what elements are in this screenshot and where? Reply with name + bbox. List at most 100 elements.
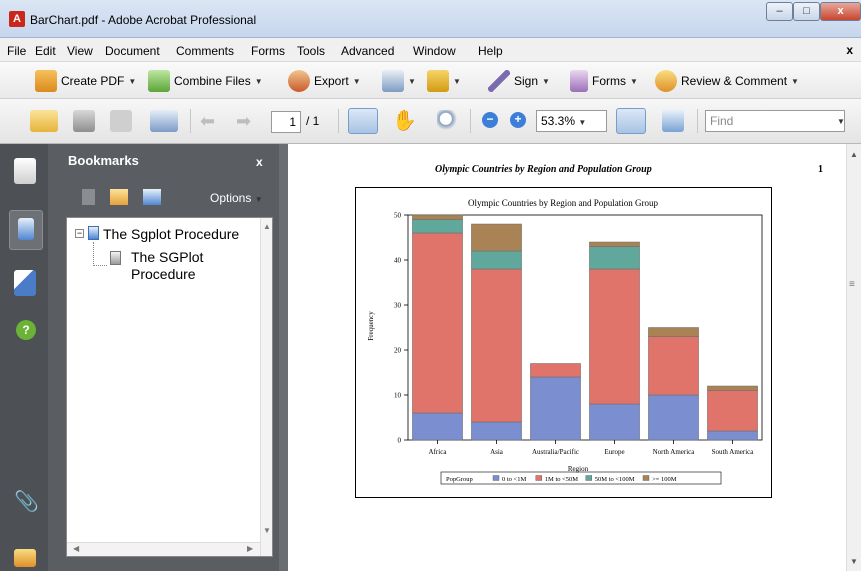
- y-tick-label: 20: [394, 347, 402, 355]
- x-tick-label: Australia/Pacific: [532, 448, 579, 456]
- chart-title: Olympic Countries by Region and Populati…: [468, 198, 658, 208]
- chevron-down-icon: ▼: [408, 76, 416, 86]
- next-page-icon[interactable]: ➡: [236, 111, 251, 132]
- menu-view[interactable]: View: [67, 44, 93, 58]
- save-icon[interactable]: [110, 110, 132, 132]
- chevron-down-icon[interactable]: ▼: [837, 117, 845, 126]
- menu-tools[interactable]: Tools: [297, 44, 325, 58]
- bar-segment: [530, 376, 581, 441]
- bar-segment: [412, 232, 463, 414]
- y-tick-label: 0: [398, 437, 402, 445]
- bookmark-item[interactable]: The Sgplot Procedure: [103, 226, 239, 242]
- bookmark-item-line2[interactable]: Procedure: [131, 266, 196, 282]
- find-input[interactable]: Find: [705, 110, 845, 132]
- x-tick-label: Africa: [429, 448, 448, 456]
- x-tick-label: South America: [712, 448, 755, 456]
- menu-edit[interactable]: Edit: [35, 44, 56, 58]
- menu-window[interactable]: Window: [413, 44, 456, 58]
- bookmarks-scrollbar[interactable]: [260, 218, 272, 556]
- zoom-select[interactable]: 53.3% ▼: [536, 110, 607, 132]
- x-tick-label: North America: [653, 448, 696, 456]
- bookmarks-close-button[interactable]: x: [256, 155, 263, 169]
- window-title: BarChart.pdf - Adobe Acrobat Professiona…: [30, 13, 257, 27]
- pages-icon[interactable]: [14, 158, 36, 184]
- combine-files-label: Combine Files: [174, 74, 251, 88]
- chevron-down-icon: ▼: [630, 76, 638, 86]
- menu-forms[interactable]: Forms: [251, 44, 285, 58]
- new-bookmark-icon[interactable]: [110, 189, 128, 205]
- forms-button[interactable]: Forms ▼: [570, 70, 638, 92]
- print-icon[interactable]: [73, 110, 95, 132]
- document-close-button[interactable]: x: [846, 43, 853, 57]
- bookmark-item-line1[interactable]: The SGPlot: [131, 249, 203, 265]
- delete-bookmark-icon[interactable]: [82, 189, 95, 205]
- bar-chart: Olympic Countries by Region and Populati…: [355, 187, 772, 498]
- hand-tool-icon[interactable]: ✋: [392, 108, 417, 133]
- comment-bubble-icon: [655, 70, 677, 92]
- fit-width-icon[interactable]: [616, 108, 646, 134]
- previous-page-icon[interactable]: ⬅: [200, 111, 215, 132]
- menu-file[interactable]: File: [7, 44, 26, 58]
- scroll-right-icon[interactable]: ▶: [247, 544, 253, 553]
- bar-segment: [412, 412, 463, 441]
- comments-icon[interactable]: [14, 549, 36, 567]
- bookmarks-hscrollbar[interactable]: [67, 542, 260, 556]
- secure-button[interactable]: ▼: [427, 70, 461, 92]
- minimize-button[interactable]: –: [766, 2, 793, 21]
- page-number-input[interactable]: 1: [271, 111, 301, 133]
- y-tick-label: 50: [394, 212, 402, 220]
- navigation-toolbar: ⬅ ➡ 1 / 1 ✋ − + 53.3% ▼ Find ▼: [0, 99, 861, 144]
- attachments-icon[interactable]: 📎: [14, 489, 39, 514]
- menu-comments[interactable]: Comments: [176, 44, 234, 58]
- menu-document[interactable]: Document: [105, 44, 160, 58]
- lock-icon: [427, 70, 449, 92]
- legend-label: >= 100M: [652, 476, 677, 483]
- scroll-down-icon[interactable]: ▼: [850, 557, 858, 566]
- legend-swatch: [535, 475, 543, 481]
- combine-files-button[interactable]: Combine Files ▼: [148, 70, 263, 92]
- scroll-thumb-grip-icon[interactable]: ≡: [849, 279, 855, 290]
- collapse-icon[interactable]: −: [75, 229, 84, 238]
- legend-swatch: [585, 475, 593, 481]
- bookmarks-tree: − The Sgplot Procedure The SGPlot Proced…: [66, 217, 273, 557]
- toolbar-separator: [338, 109, 339, 133]
- create-pdf-icon: [35, 70, 57, 92]
- create-pdf-button[interactable]: Create PDF ▼: [35, 70, 136, 92]
- chevron-down-icon: ▼: [453, 76, 461, 86]
- tasks-toolbar: Create PDF ▼ Combine Files ▼ Export ▼ ▼ ▼ S…: [0, 62, 861, 99]
- scroll-up-icon[interactable]: ▲: [850, 150, 858, 159]
- sign-button[interactable]: Sign ▼: [488, 70, 550, 92]
- select-tool-icon[interactable]: [348, 108, 378, 134]
- marquee-zoom-icon[interactable]: [437, 110, 459, 132]
- signatures-icon[interactable]: [14, 270, 36, 296]
- bar-segment: [707, 385, 758, 391]
- scroll-down-icon[interactable]: ▼: [263, 526, 271, 535]
- fit-page-icon[interactable]: [662, 110, 684, 132]
- sign-label: Sign: [514, 74, 539, 88]
- create-pdf-label: Create PDF: [61, 74, 125, 88]
- maximize-button[interactable]: □: [793, 2, 820, 21]
- menu-help[interactable]: Help: [478, 44, 503, 58]
- export-button[interactable]: Export ▼: [288, 70, 361, 92]
- pane-splitter[interactable]: [279, 144, 288, 571]
- scroll-up-icon[interactable]: ▲: [263, 222, 271, 231]
- expand-bookmark-icon[interactable]: [143, 189, 161, 205]
- bar-segment: [648, 394, 699, 441]
- close-button[interactable]: x: [820, 2, 861, 21]
- pen-icon: [488, 70, 510, 92]
- legend-label: 1M to <50M: [545, 476, 579, 483]
- scroll-left-icon[interactable]: ◀: [73, 544, 79, 553]
- scan-button[interactable]: ▼: [382, 70, 416, 92]
- menu-advanced[interactable]: Advanced: [341, 44, 394, 58]
- zoom-in-icon[interactable]: +: [510, 112, 526, 128]
- bookmarks-options-button[interactable]: Options ▼: [210, 191, 263, 205]
- review-comment-button[interactable]: Review & Comment ▼: [655, 70, 799, 92]
- email-icon[interactable]: [150, 110, 178, 132]
- document-scrollbar[interactable]: ▲ ≡ ▼: [846, 144, 861, 571]
- open-folder-icon[interactable]: [30, 110, 58, 132]
- zoom-out-icon[interactable]: −: [482, 112, 498, 128]
- tree-line: [93, 242, 94, 266]
- help-icon[interactable]: ?: [16, 320, 36, 340]
- x-tick-label: Asia: [490, 448, 504, 456]
- export-label: Export: [314, 74, 349, 88]
